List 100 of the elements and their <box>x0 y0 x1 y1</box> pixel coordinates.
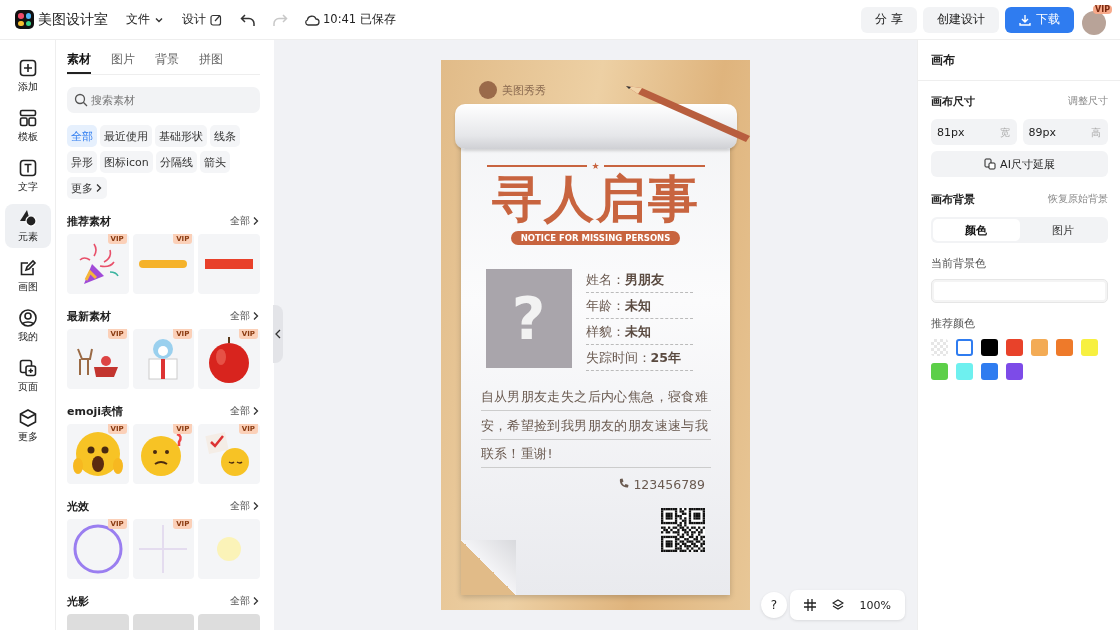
save-status: 10:41 已保存 <box>323 12 396 27</box>
poster-title: 寻人启事 <box>491 171 700 227</box>
section-title: 光影 <box>67 593 89 609</box>
section-title: 光效 <box>67 498 89 514</box>
action-button[interactable]: 创建设计 <box>923 6 999 33</box>
help-button[interactable]: ? <box>761 592 787 618</box>
chevron-right-icon <box>252 311 260 321</box>
section-title: 最新素材 <box>67 308 111 324</box>
view-all-link[interactable]: 全部 <box>230 214 260 228</box>
filter-chip[interactable]: 异形 <box>67 151 97 173</box>
filter-chip[interactable]: 基础形状 <box>155 125 207 147</box>
action-button[interactable]: 分 享 <box>861 6 917 33</box>
resize-link[interactable]: 调整尺寸 <box>1068 94 1108 108</box>
section-title: emoji表情 <box>67 403 124 419</box>
panel-tab[interactable]: 拼图 <box>199 45 223 74</box>
brush-stroke-drawing <box>139 259 188 269</box>
info-line: 样貌：未知 <box>585 319 693 345</box>
layers-icon[interactable] <box>831 599 844 611</box>
mode-tab[interactable]: 图片 <box>1019 219 1106 241</box>
filter-chip[interactable]: 线条 <box>210 125 240 147</box>
restore-background-link[interactable]: 恢复原始背景 <box>1048 192 1108 206</box>
info-line: 失踪时间：25年 <box>585 345 693 371</box>
menu-button[interactable]: 设计 <box>182 11 222 28</box>
filter-chip[interactable]: 分隔线 <box>155 151 197 173</box>
cube-icon <box>17 408 38 428</box>
plus-icon <box>17 58 38 78</box>
rail-item[interactable]: 更多 <box>4 404 51 448</box>
unit-label: 高 <box>1091 126 1101 140</box>
color-swatch[interactable] <box>1006 339 1023 356</box>
rail-item[interactable]: 模板 <box>4 104 51 148</box>
color-swatch[interactable] <box>931 339 948 356</box>
filter-chip[interactable]: 箭头 <box>199 151 230 173</box>
add-page-icon <box>17 358 38 378</box>
color-swatch[interactable] <box>1006 363 1023 380</box>
section-title: 画布背景 <box>931 191 975 207</box>
panel-tab[interactable]: 背景 <box>155 45 179 74</box>
color-swatch[interactable] <box>1031 339 1048 356</box>
avatar[interactable] <box>1082 10 1106 35</box>
filter-chip[interactable]: 全部 <box>67 125 97 147</box>
rail-item[interactable]: 元素 <box>4 204 51 248</box>
color-swatch[interactable] <box>956 339 973 356</box>
color-swatch[interactable] <box>1081 339 1098 356</box>
menu-button[interactable]: 文件 <box>126 11 164 28</box>
chevron-right-icon <box>252 406 260 416</box>
phone-icon <box>618 478 630 490</box>
chevron-right-icon <box>95 183 103 193</box>
edit-icon <box>210 13 222 26</box>
field-label: 当前背景色 <box>931 257 987 271</box>
star-mark: ★ <box>591 161 600 171</box>
info-line: 年龄：未知 <box>585 293 693 319</box>
collapse-panel-button[interactable] <box>273 305 283 363</box>
page-curl <box>461 540 516 595</box>
poster-subtitle: NOTICE FOR MISSING PERSONS <box>510 231 681 245</box>
panel-title: 画布 <box>918 40 1120 81</box>
chevron-left-icon <box>275 329 281 339</box>
color-swatch[interactable] <box>981 339 998 356</box>
mode-tab[interactable]: 颜色 <box>933 219 1020 241</box>
sticker-thumbnail[interactable] <box>198 234 260 294</box>
app-logo-icon <box>15 10 34 29</box>
current-color-field[interactable] <box>931 279 1108 303</box>
grid-icon[interactable] <box>803 599 816 611</box>
panel-tab[interactable]: 图片 <box>111 45 135 74</box>
text-icon <box>17 158 38 178</box>
action-button[interactable]: 下载 <box>1005 6 1074 33</box>
view-all-link[interactable]: 全部 <box>230 404 260 418</box>
color-swatch[interactable] <box>931 363 948 380</box>
view-all-link[interactable]: 全部 <box>230 594 260 608</box>
shapes-icon <box>17 208 38 228</box>
info-line: 姓名：男朋友 <box>585 267 693 293</box>
chevron-right-icon <box>252 596 260 606</box>
field-label: 推荐颜色 <box>931 317 976 331</box>
panel-tab[interactable]: 素材 <box>67 45 91 74</box>
filter-chip[interactable]: 最近使用 <box>100 125 152 147</box>
rail-item[interactable]: 页面 <box>4 354 51 398</box>
rail-item[interactable]: 我的 <box>4 304 51 348</box>
rail-item[interactable]: 添加 <box>4 54 51 98</box>
rail-item[interactable]: 画图 <box>4 254 51 298</box>
resize-icon <box>984 158 997 170</box>
undo-icon[interactable] <box>240 12 256 27</box>
chevron-right-icon <box>252 501 260 511</box>
view-all-link[interactable]: 全部 <box>230 499 260 513</box>
bar-drawing <box>205 259 254 269</box>
rail-item[interactable]: 文字 <box>4 154 51 198</box>
color-swatch[interactable] <box>956 363 973 380</box>
view-all-link[interactable]: 全部 <box>230 309 260 323</box>
sticker-thumbnail[interactable] <box>198 519 260 579</box>
qr-code <box>661 507 705 552</box>
color-swatch[interactable] <box>981 363 998 380</box>
section-title: 推荐素材 <box>67 213 111 229</box>
search-icon <box>74 93 88 107</box>
section-title: 画布尺寸 <box>931 93 975 109</box>
zoom-level[interactable]: 100% <box>859 598 891 612</box>
ai-extend-button[interactable]: AI尺寸延展 <box>931 151 1108 177</box>
brand-name: 美图秀秀 <box>502 82 546 98</box>
download-icon <box>1019 13 1031 26</box>
user-icon <box>17 308 38 328</box>
filter-chip[interactable]: 更多 <box>67 177 107 199</box>
filter-chip[interactable]: 图标icon <box>100 151 153 173</box>
search-field[interactable]: 搜索素材 <box>67 87 260 113</box>
color-swatch[interactable] <box>1056 339 1073 356</box>
